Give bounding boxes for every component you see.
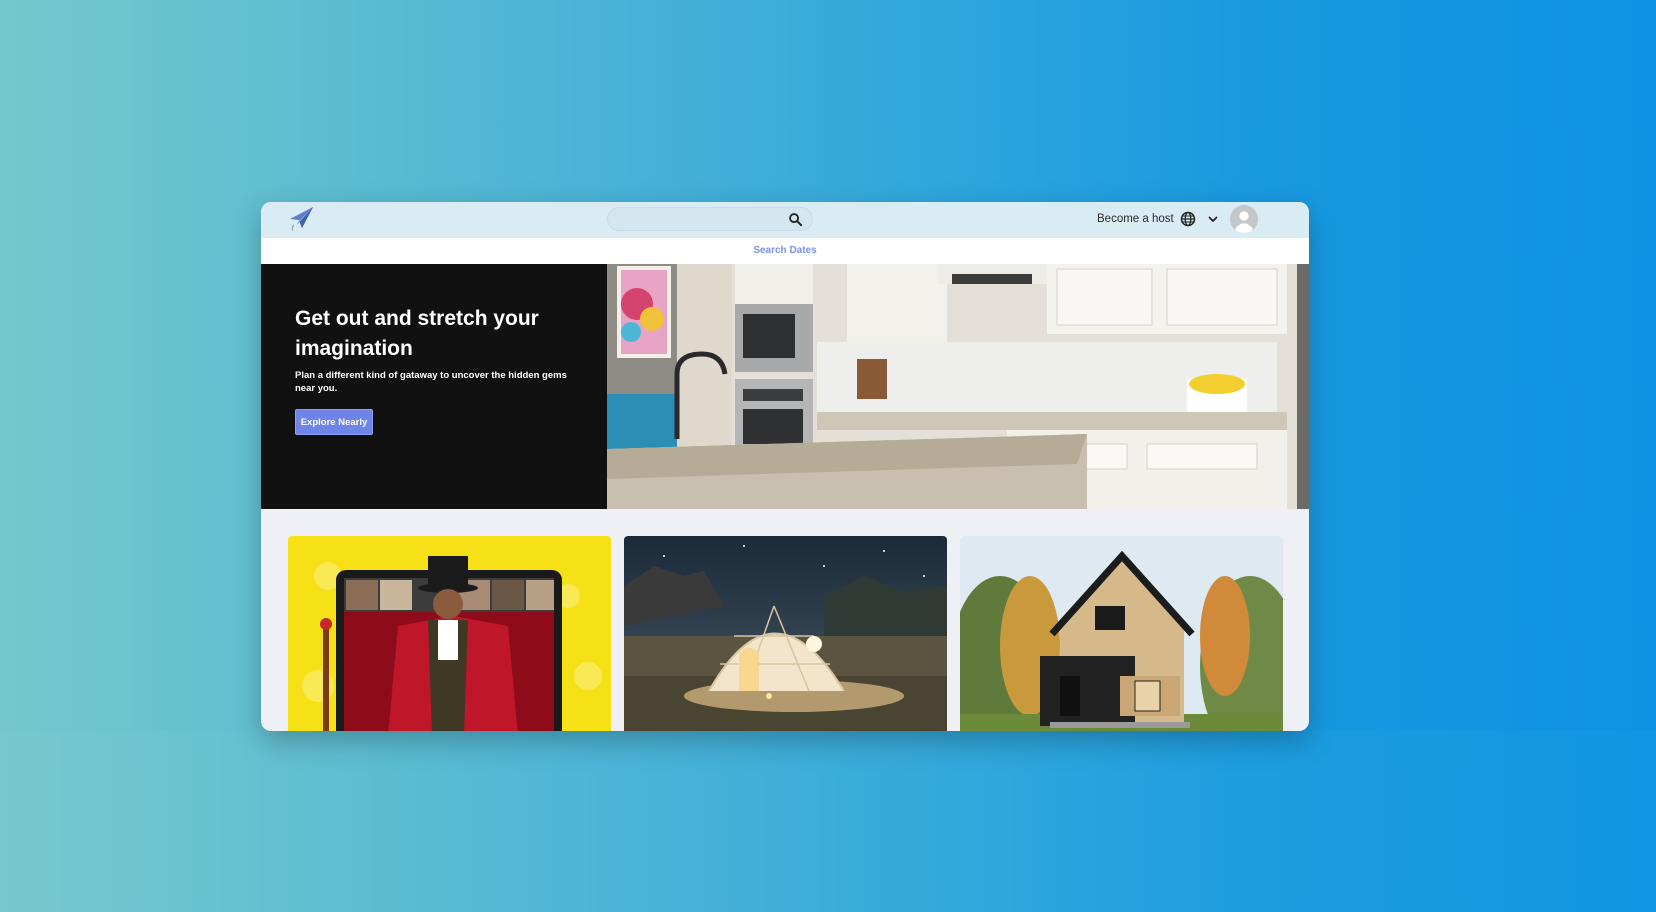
user-avatar-icon[interactable]	[1230, 205, 1258, 233]
search-dates-link[interactable]: Search Dates	[261, 245, 1309, 256]
hero-subtitle: Plan a different kind of gataway to unco…	[295, 370, 567, 394]
explore-nearby-button[interactable]: Explore Nearly	[295, 409, 373, 435]
experience-card[interactable]	[960, 536, 1283, 731]
online-experience-ringmaster-photo	[288, 536, 611, 731]
paper-plane-icon[interactable]	[287, 204, 315, 232]
search-icon[interactable]	[788, 212, 803, 227]
experience-card[interactable]	[624, 536, 947, 731]
a-frame-cabin-photo	[960, 536, 1283, 731]
globe-icon[interactable]	[1180, 211, 1196, 227]
experience-card[interactable]	[288, 536, 611, 731]
date-bar: Search Dates	[261, 238, 1309, 264]
app-window: Become a host Search Dates Get out and s…	[261, 202, 1309, 731]
hero-text-panel: Get out and stretch your imagination Pla…	[261, 264, 607, 509]
background-band	[0, 731, 1656, 912]
search-bar[interactable]	[607, 207, 813, 231]
hero-title: Get out and stretch your imagination	[295, 307, 539, 360]
kitchen-photo	[607, 264, 1309, 509]
become-host-link[interactable]: Become a host	[1097, 213, 1174, 225]
chevron-down-icon[interactable]	[1207, 213, 1219, 225]
top-navbar: Become a host	[261, 202, 1309, 238]
search-input[interactable]	[616, 210, 786, 228]
hero-section: Get out and stretch your imagination Pla…	[261, 264, 1309, 509]
dome-tent-night-photo	[624, 536, 947, 731]
